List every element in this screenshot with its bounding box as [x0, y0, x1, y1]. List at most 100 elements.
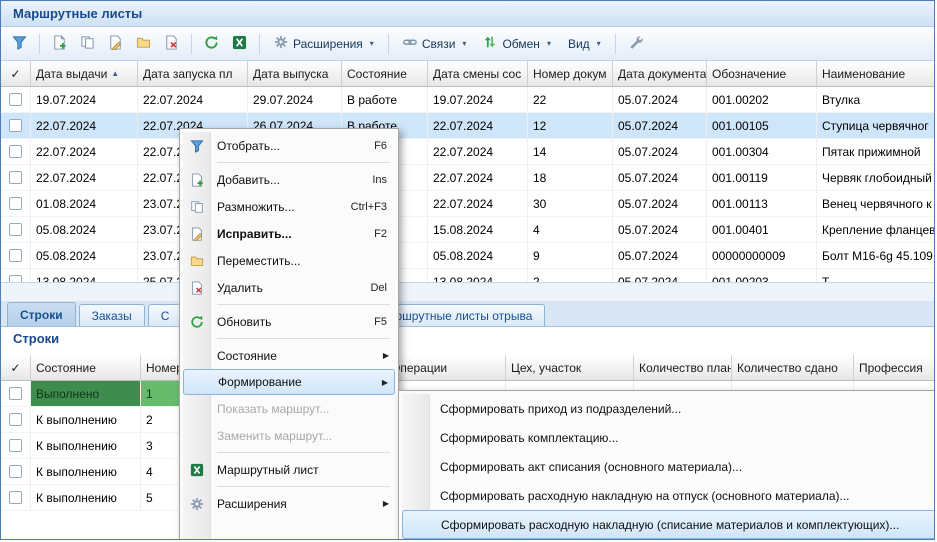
checkbox-cell	[1, 485, 31, 510]
formation-submenu: Сформировать приход из подразделений... …	[398, 390, 935, 540]
dropdown-arrow-icon: ▾	[547, 39, 551, 48]
select-all-column-header[interactable]: ✓	[1, 355, 31, 381]
menu-item-extensions[interactable]: Расширения▶	[183, 490, 395, 517]
row-checkbox[interactable]	[9, 439, 22, 452]
column-header[interactable]: Обозначение	[707, 61, 817, 87]
column-header[interactable]: Количество план	[634, 355, 732, 381]
row-checkbox[interactable]	[9, 171, 22, 184]
menu-item-filter[interactable]: Отобрать...F6	[183, 132, 395, 159]
cell: 05.07.2024	[613, 165, 707, 190]
submenu-item-writeoff-act[interactable]: Сформировать акт списания (основного мат…	[402, 452, 935, 481]
cell: 22.07.2024	[31, 113, 138, 138]
cell: 22.07.2024	[138, 87, 248, 112]
extensions-menu-button[interactable]: Расширения▾	[267, 32, 381, 56]
menu-item-route-sheet[interactable]: Маршрутный лист	[183, 456, 395, 483]
cell: 001.00113	[707, 191, 817, 216]
cell: Т	[817, 269, 935, 282]
row-checkbox[interactable]	[9, 197, 22, 210]
menu-item-label: Заменить маршрут...	[210, 429, 395, 443]
column-header[interactable]: Состояние	[342, 61, 428, 87]
menu-item-delete[interactable]: УдалитьDel	[183, 274, 395, 301]
row-checkbox[interactable]	[9, 145, 22, 158]
table-row[interactable]: 13.08.202425.07.202413.08.2024205.07.202…	[1, 269, 935, 282]
row-checkbox[interactable]	[9, 413, 22, 426]
checkbox-cell	[1, 459, 31, 484]
cell-state: К выполнению	[31, 407, 141, 432]
move-button[interactable]	[131, 32, 156, 56]
cell: 19.07.2024	[428, 87, 528, 112]
table-row[interactable]: 01.08.202423.07.202422.07.20243005.07.20…	[1, 191, 935, 217]
table-row[interactable]: 22.07.202422.07.202422.07.20241405.07.20…	[1, 139, 935, 165]
table-row[interactable]: 05.08.202423.07.202415.08.2024405.07.202…	[1, 217, 935, 243]
menu-item-add[interactable]: Добавить...Ins	[183, 166, 395, 193]
column-header[interactable]: Профессия	[854, 355, 935, 381]
cell: 00000000009	[707, 243, 817, 268]
splitter[interactable]	[1, 282, 935, 301]
row-checkbox[interactable]	[9, 275, 22, 282]
column-header[interactable]: Дата смены сос	[428, 61, 528, 87]
column-header-label: Дата выдачи	[36, 67, 107, 81]
submenu-arrow-icon: ▶	[383, 351, 389, 360]
tab-label: С	[161, 309, 170, 323]
column-header[interactable]: Количество сдано	[732, 355, 854, 381]
row-checkbox[interactable]	[9, 387, 22, 400]
submenu-item-writeoff-invoice[interactable]: Сформировать расходную накладную (списан…	[402, 510, 935, 539]
tab-zakazy[interactable]: Заказы	[79, 304, 145, 326]
cell: 05.07.2024	[613, 113, 707, 138]
column-header[interactable]: Наименование	[817, 61, 935, 87]
table-row[interactable]: 05.08.202423.07.202405.08.2024905.07.202…	[1, 243, 935, 269]
row-checkbox[interactable]	[9, 249, 22, 262]
row-checkbox[interactable]	[9, 119, 22, 132]
checkbox-cell	[1, 191, 31, 216]
table-row-selected[interactable]: 22.07.202422.07.202426.07.2024В работе22…	[1, 113, 935, 139]
checkbox-cell	[1, 269, 31, 282]
links-menu-button[interactable]: Связи▾	[396, 32, 474, 56]
table-row[interactable]: 22.07.202422.07.202422.07.20241805.07.20…	[1, 165, 935, 191]
settings-button[interactable]	[623, 32, 648, 56]
table-row[interactable]: 19.07.202422.07.202429.07.2024В работе19…	[1, 87, 935, 113]
exchange-menu-button[interactable]: Обмен▾	[476, 32, 558, 56]
add-button[interactable]	[47, 32, 72, 56]
view-menu-button[interactable]: Вид▾	[561, 32, 608, 56]
row-checkbox[interactable]	[9, 465, 22, 478]
menu-item-duplicate[interactable]: Размножить...Ctrl+F3	[183, 193, 395, 220]
checkbox-cell	[1, 87, 31, 112]
cell: 001.00401	[707, 217, 817, 242]
tab-stroki[interactable]: Строки	[7, 302, 76, 326]
copy-button[interactable]	[75, 32, 100, 56]
filter-button[interactable]	[7, 32, 32, 56]
tab-label: Строки	[20, 308, 63, 322]
menu-item-move[interactable]: Переместить...	[183, 247, 395, 274]
submenu-item-issue-invoice[interactable]: Сформировать расходную накладную на отпу…	[402, 481, 935, 510]
add-document-icon	[52, 35, 67, 53]
submenu-item-incoming[interactable]: Сформировать приход из подразделений...	[402, 394, 935, 423]
menu-item-formation[interactable]: Формирование▶	[183, 369, 395, 395]
column-header[interactable]: Дата документа	[613, 61, 707, 87]
delete-button[interactable]	[159, 32, 184, 56]
row-checkbox[interactable]	[9, 491, 22, 504]
lines-header-row: ✓ Состояние Номер Операции Цех, участок …	[1, 355, 935, 381]
column-header[interactable]: Номер докум	[528, 61, 613, 87]
filter-icon	[12, 35, 27, 53]
column-header[interactable]: Дата запуска пл	[138, 61, 248, 87]
cell: 22.07.2024	[428, 191, 528, 216]
menu-item-refresh[interactable]: ОбновитьF5	[183, 308, 395, 335]
cell: 001.00105	[707, 113, 817, 138]
edit-document-icon	[108, 35, 123, 53]
column-header[interactable]: Цех, участок	[506, 355, 634, 381]
row-checkbox[interactable]	[9, 93, 22, 106]
menu-item-edit[interactable]: Исправить...F2	[183, 220, 395, 247]
row-checkbox[interactable]	[9, 223, 22, 236]
edit-button[interactable]	[103, 32, 128, 56]
menu-item-state[interactable]: Состояние▶	[183, 342, 395, 369]
submenu-item-kitting[interactable]: Сформировать комплектацию...	[402, 423, 935, 452]
select-all-column-header[interactable]: ✓	[1, 61, 31, 87]
column-header[interactable]: Дата выпуска	[248, 61, 342, 87]
column-header-issue-date[interactable]: Дата выдачи▲	[31, 61, 138, 87]
excel-button[interactable]	[227, 32, 252, 56]
menu-item-label: Показать маршрут...	[210, 402, 395, 416]
cell: 14	[528, 139, 613, 164]
column-header[interactable]: Состояние	[31, 355, 141, 381]
refresh-button[interactable]	[199, 32, 224, 56]
column-header[interactable]: Операции	[386, 355, 506, 381]
